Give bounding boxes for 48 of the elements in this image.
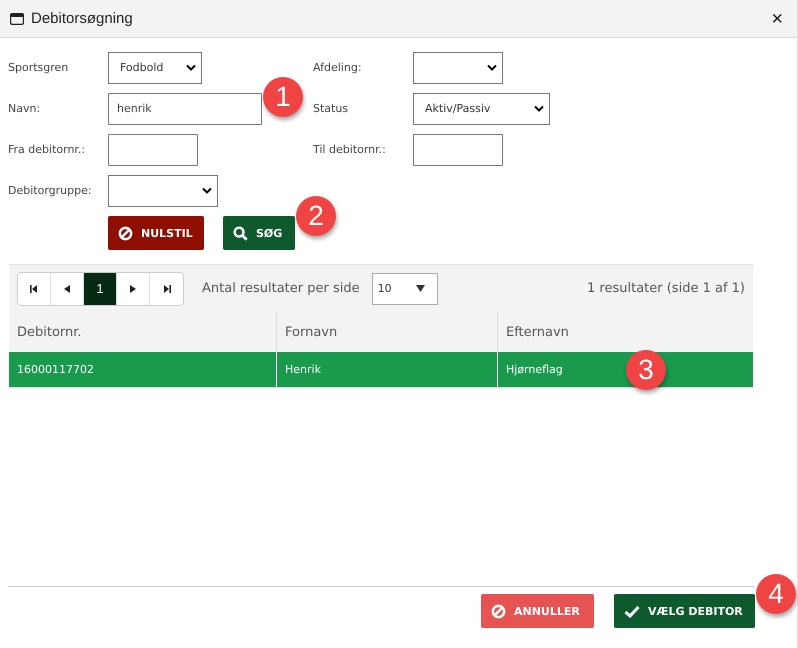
first-page-button[interactable] — [18, 272, 51, 304]
chevron-down-icon — [487, 64, 497, 71]
prohibited-icon — [491, 604, 506, 618]
chevron-down-icon — [202, 187, 212, 194]
checkmark-icon — [624, 604, 640, 618]
last-page-icon — [162, 284, 170, 292]
select-button[interactable]: VÆLG DEBITOR — [614, 594, 755, 628]
field-label: Afdeling: — [313, 61, 363, 74]
table-cell: Hjørneflag — [506, 363, 563, 376]
number-badge: 1 — [263, 76, 303, 116]
search-icon — [233, 226, 248, 240]
dropdown[interactable]: Aktiv/Passiv — [413, 92, 550, 124]
result-summary: 1 resultater (side 1 af 1) — [587, 281, 745, 296]
chevron-down-icon — [186, 64, 196, 71]
triangle-right-icon — [130, 284, 136, 292]
reset-button[interactable]: NULSTIL — [108, 216, 204, 250]
prohibited-icon — [118, 226, 133, 240]
window-icon — [10, 12, 24, 24]
table-row[interactable]: 16000117702 Henrik Hjørneflag 3 — [9, 352, 753, 388]
field-label: Debitorgruppe: — [8, 184, 93, 197]
table-cell: Henrik — [285, 363, 321, 376]
cancel-button[interactable]: ANNULLER — [481, 594, 594, 628]
field-label: Navn: — [8, 102, 42, 115]
column-header[interactable]: Efternavn — [498, 312, 753, 352]
dropdown[interactable]: Fodbold — [108, 52, 202, 84]
window-title: Debitorsøgning — [31, 10, 134, 27]
dropdown[interactable] — [413, 52, 503, 84]
first-page-icon — [30, 284, 38, 292]
input-field[interactable] — [108, 134, 198, 166]
table-cell: 16000117702 — [17, 363, 94, 376]
field-label: Status — [313, 102, 350, 115]
triangle-down-icon — [416, 285, 425, 292]
input-field[interactable]: henrik — [108, 92, 262, 124]
dropdown[interactable] — [108, 174, 218, 206]
field-label: Fra debitornr.: — [8, 143, 86, 156]
number-badge: 4 — [756, 574, 796, 614]
page-size-label: Antal resultater per side — [202, 281, 360, 296]
page-size-dropdown[interactable]: 10 — [372, 272, 438, 304]
number-badge: 3 — [626, 350, 666, 390]
input-field[interactable] — [413, 134, 503, 166]
search-button[interactable]: SØG — [223, 216, 295, 250]
triangle-left-icon — [64, 284, 70, 292]
field-label: Til debitornr.: — [313, 143, 387, 156]
chevron-down-icon — [534, 105, 544, 112]
close-button[interactable]: × — [767, 8, 787, 28]
number-badge: 2 — [296, 196, 336, 236]
page-button[interactable]: 1 — [84, 272, 117, 304]
field-label: Sportsgren — [8, 61, 70, 74]
